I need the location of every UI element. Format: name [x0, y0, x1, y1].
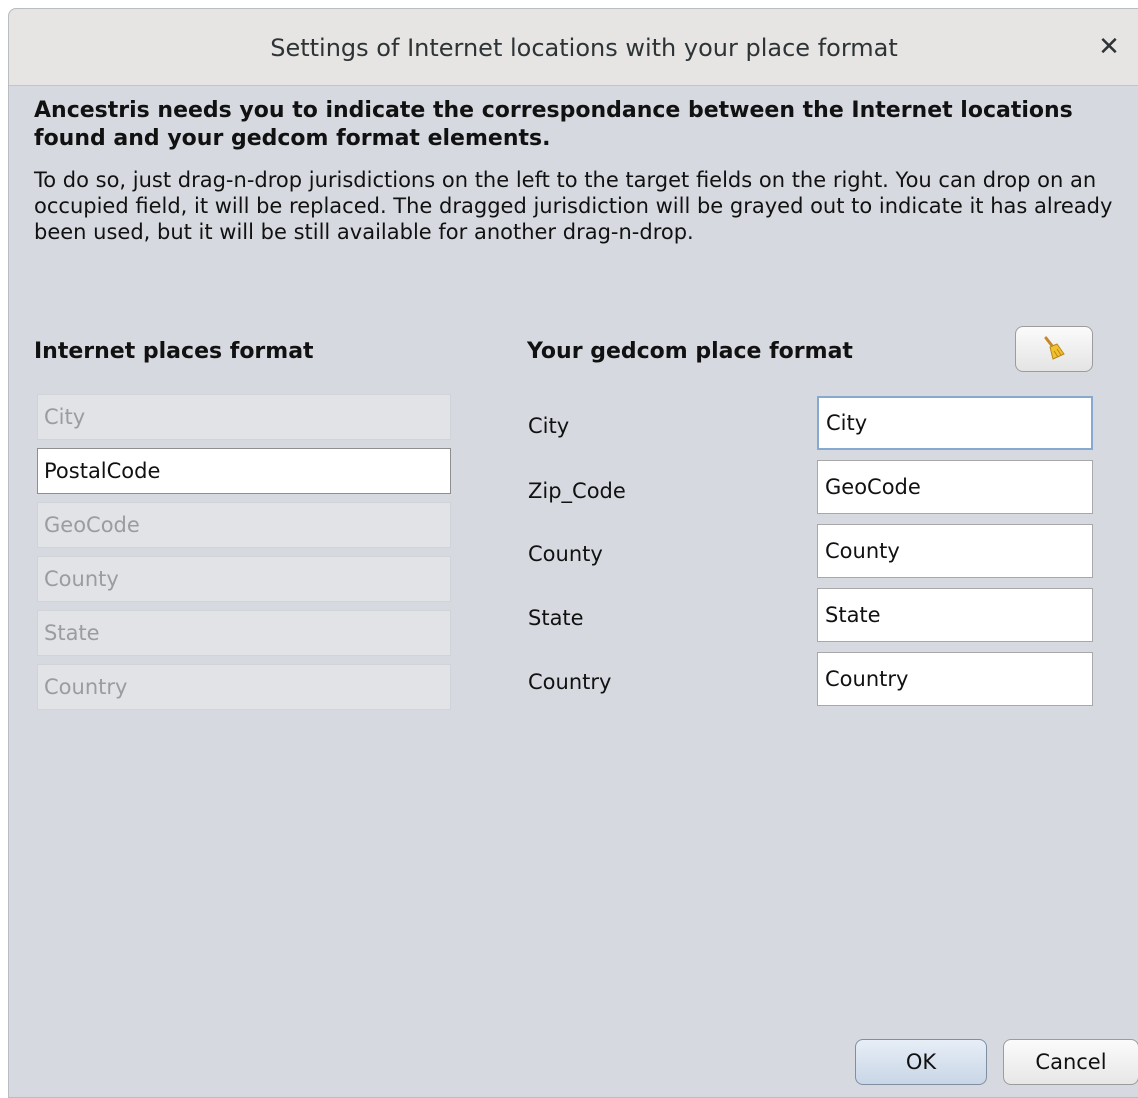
- target-field-city[interactable]: City: [817, 396, 1093, 450]
- close-button[interactable]: ✕: [1089, 27, 1129, 67]
- internet-places-title: Internet places format: [34, 339, 314, 364]
- target-field-zip-code[interactable]: GeoCode: [817, 460, 1093, 514]
- close-icon: ✕: [1098, 32, 1120, 62]
- jurisdiction-geocode[interactable]: GeoCode: [37, 502, 451, 548]
- jurisdiction-city[interactable]: City: [37, 394, 451, 440]
- gedcom-label-country: Country: [528, 670, 612, 694]
- dialog-title: Settings of Internet locations with your…: [270, 34, 898, 62]
- jurisdiction-postalcode[interactable]: PostalCode: [37, 448, 451, 494]
- ok-button[interactable]: OK: [855, 1039, 987, 1085]
- settings-dialog: Settings of Internet locations with your…: [8, 8, 1138, 1098]
- gedcom-label-zip-code: Zip_Code: [528, 479, 626, 503]
- jurisdiction-county[interactable]: County: [37, 556, 451, 602]
- intro-heading: Ancestris needs you to indicate the corr…: [34, 98, 1073, 151]
- clear-mapping-button[interactable]: [1015, 326, 1093, 372]
- gedcom-label-county: County: [528, 542, 603, 566]
- gedcom-label-city: City: [528, 414, 570, 438]
- target-field-county[interactable]: County: [817, 524, 1093, 578]
- cancel-button[interactable]: Cancel: [1003, 1039, 1138, 1085]
- jurisdiction-state[interactable]: State: [37, 610, 451, 656]
- gedcom-places-title: Your gedcom place format: [527, 339, 853, 364]
- intro-description: To do so, just drag-n-drop jurisdictions…: [34, 168, 1113, 244]
- title-bar: Settings of Internet locations with your…: [9, 9, 1138, 86]
- target-field-state[interactable]: State: [817, 588, 1093, 642]
- broom-icon: [1044, 336, 1065, 360]
- gedcom-label-state: State: [528, 606, 584, 630]
- jurisdiction-country[interactable]: Country: [37, 664, 451, 710]
- target-field-country[interactable]: Country: [817, 652, 1093, 706]
